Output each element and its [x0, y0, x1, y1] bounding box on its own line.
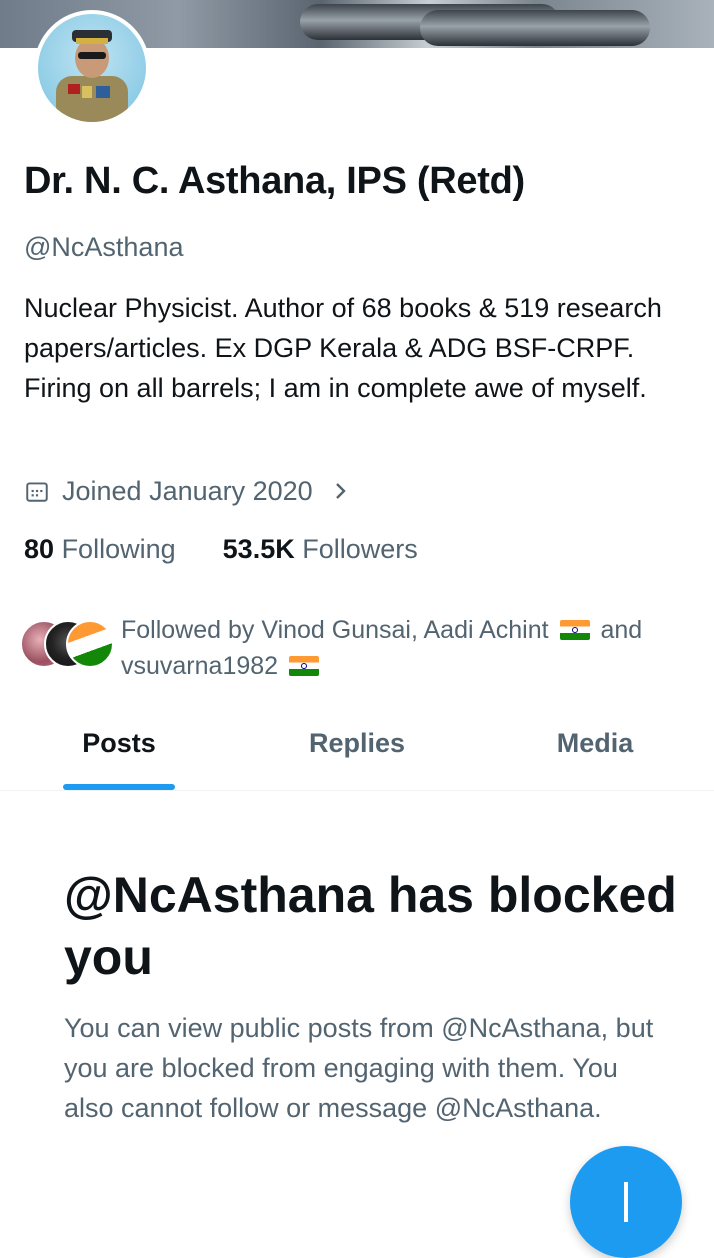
blocked-message: You can view public posts from @NcAsthan… [64, 1013, 654, 1123]
calendar-icon [26, 482, 48, 502]
plus-icon [624, 1182, 628, 1222]
follow-stats: 80 Following 53.5K Followers [24, 534, 418, 565]
follower-avatar [66, 620, 114, 668]
tab-posts[interactable]: Posts [0, 700, 238, 790]
tab-replies[interactable]: Replies [238, 700, 476, 790]
joined-date-row[interactable]: Joined January 2020 [24, 472, 351, 510]
following-count: 80 [24, 534, 55, 564]
followed-by-names: Followed by Vinod Gunsai, Aadi Achint [121, 616, 549, 644]
followers-count: 53.5K [222, 534, 295, 564]
banner-barrel-shape [420, 10, 650, 46]
blocked-title: @NcAsthana has blocked you [64, 867, 677, 985]
india-flag-emoji [559, 620, 590, 640]
followed-by-avatars [20, 620, 116, 672]
followers-label: Followers [302, 534, 418, 564]
active-tab-indicator [63, 784, 175, 790]
followed-by-text: Followed by Vinod Gunsai, Aadi Achint an… [121, 612, 691, 684]
india-flag-emoji [289, 656, 320, 676]
profile-tabs: Posts Replies Media [0, 700, 714, 791]
profile-handle: @NcAsthana [24, 232, 184, 262]
tab-posts-label: Posts [82, 728, 156, 758]
tab-replies-label: Replies [308, 728, 406, 758]
tab-media-label: Media [556, 728, 634, 758]
following-link[interactable]: 80 Following [24, 534, 183, 564]
joined-date-text: Joined January 2020 [62, 475, 313, 506]
compose-button[interactable] [570, 1146, 682, 1258]
following-label: Following [61, 534, 176, 564]
tab-media[interactable]: Media [476, 700, 714, 790]
profile-name: Dr. N. C. Asthana, IPS (Retd) [24, 160, 525, 202]
followers-link[interactable]: 53.5K Followers [215, 534, 418, 564]
followed-by-last-name: vsuvarna1982 [121, 652, 279, 680]
followed-by-connector: and [600, 616, 643, 644]
avatar-photo [38, 14, 146, 122]
chevron-right-icon [335, 483, 346, 499]
profile-bio: Nuclear Physicist. Author of 68 books & … [24, 293, 662, 403]
profile-avatar[interactable] [34, 10, 150, 126]
